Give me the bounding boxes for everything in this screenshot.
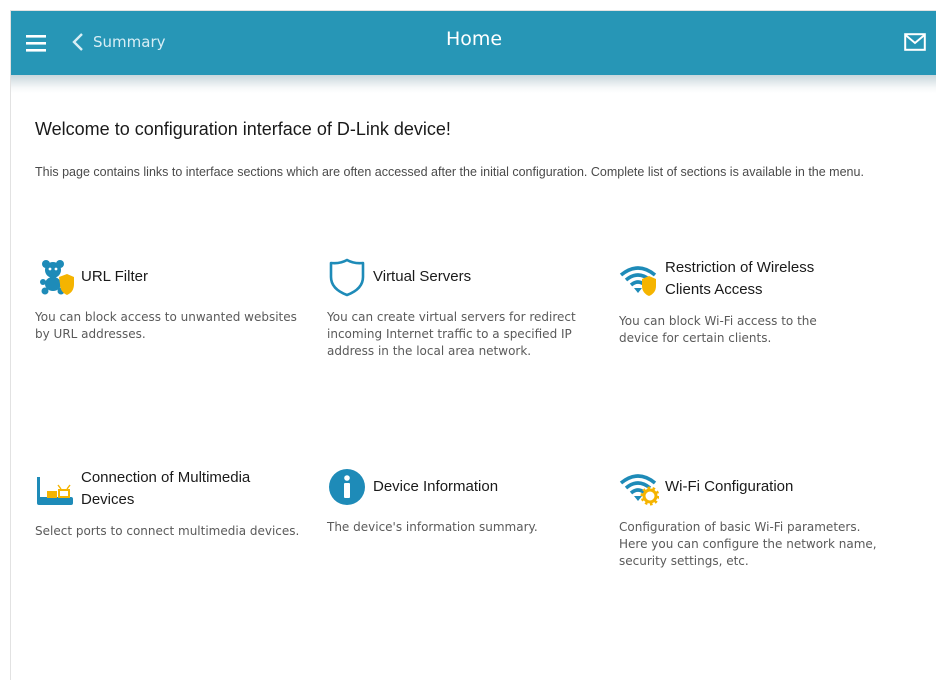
device-information-link[interactable]: Device Information (327, 467, 597, 507)
tile-description: The device's information summary. (327, 520, 538, 534)
wifi-gear-icon (619, 467, 659, 507)
tile-title: Wi-Fi Configuration (665, 478, 794, 495)
tile-device-information[interactable]: Device Information The device's informat… (327, 467, 597, 536)
top-bar: Summary Home (11, 11, 936, 75)
tile-title: Virtual Servers (373, 268, 472, 285)
tile-description: You can block Wi-Fi access to the device… (619, 314, 817, 345)
tile-virtual-servers[interactable]: Virtual Servers You can create virtual s… (327, 257, 597, 360)
tile-wireless-restriction[interactable]: Restriction of Wireless Clients Access Y… (619, 257, 859, 347)
tile-description: Configuration of basic Wi-Fi parameters.… (619, 520, 877, 568)
virtual-servers-link[interactable]: Virtual Servers (327, 257, 597, 297)
tile-description: You can block access to unwanted website… (35, 310, 297, 341)
notifications-button[interactable] (904, 33, 926, 56)
mail-icon (904, 33, 926, 51)
tile-title: Device Information (373, 478, 499, 495)
wifi-shield-icon (619, 259, 659, 299)
app-window: Summary Home Welcome to configuration in… (10, 10, 936, 680)
tile-url-filter[interactable]: URL Filter You can block access to unwan… (35, 257, 305, 343)
url-filter-icon (35, 257, 75, 297)
tile-description: Select ports to connect multimedia devic… (35, 524, 300, 538)
tile-description: You can create virtual servers for redir… (327, 310, 576, 358)
welcome-heading: Welcome to configuration interface of D-… (35, 119, 451, 139)
url-filter-link[interactable]: URL Filter (35, 257, 305, 297)
main-content: Welcome to configuration interface of D-… (35, 107, 915, 182)
multimedia-devices-link[interactable]: Connection of Multimedia Devices (35, 467, 305, 511)
tile-title: Restriction of Wireless Clients Access (665, 259, 815, 298)
tile-title: Connection of Multimedia Devices (81, 469, 251, 508)
header-shadow (11, 75, 936, 93)
tile-title: URL Filter (81, 268, 148, 285)
wireless-restriction-link[interactable]: Restriction of Wireless Clients Access (619, 257, 859, 301)
tile-wifi-configuration[interactable]: Wi-Fi Configuration Configuration of bas… (619, 467, 879, 570)
page-title: Home (445, 28, 503, 50)
tile-multimedia-devices[interactable]: Connection of Multimedia Devices Select … (35, 467, 305, 540)
shield-icon (327, 257, 367, 297)
multimedia-devices-icon (35, 469, 75, 509)
wifi-configuration-link[interactable]: Wi-Fi Configuration (619, 467, 879, 507)
intro-text: This page contains links to interface se… (35, 165, 864, 179)
info-icon (327, 467, 367, 507)
